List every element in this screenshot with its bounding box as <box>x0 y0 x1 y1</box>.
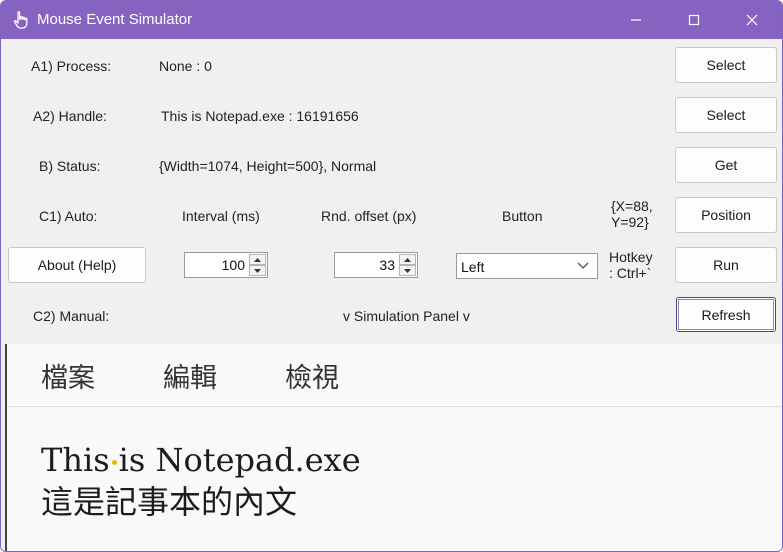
process-value: None : 0 <box>159 58 212 74</box>
handle-value: This is Notepad.exe : 16191656 <box>161 108 359 124</box>
interval-decrement-button[interactable] <box>249 265 266 276</box>
handle-label: A2) Handle: <box>33 108 107 124</box>
control-panel: A1) Process: None : 0 Select A2) Handle:… <box>1 39 782 551</box>
position-y: Y=92} <box>611 214 649 230</box>
offset-increment-button[interactable] <box>399 254 416 265</box>
main-window: Mouse Event Simulator A1) Process: None … <box>0 0 783 552</box>
caret-down-icon <box>404 268 411 273</box>
menu-file[interactable]: 檔案 <box>41 356 95 395</box>
offset-decrement-button[interactable] <box>399 265 416 276</box>
simulation-panel-label: v Simulation Panel v <box>343 308 470 324</box>
get-status-button[interactable]: Get <box>675 147 777 183</box>
position-x: {X=88, <box>611 198 653 214</box>
window-title: Mouse Event Simulator <box>37 11 193 28</box>
caret-up-icon <box>254 257 261 262</box>
status-value: {Width=1074, Height=500}, Normal <box>159 158 377 174</box>
auto-label: C1) Auto: <box>39 208 98 224</box>
minimize-button[interactable] <box>607 1 665 39</box>
hotkey-line2: : Ctrl+` <box>609 265 652 281</box>
interval-increment-button[interactable] <box>249 254 266 265</box>
maximize-button[interactable] <box>665 1 723 39</box>
select-handle-button[interactable]: Select <box>675 97 777 133</box>
notepad-text-line-2[interactable]: 這是記事本的內文 <box>41 477 297 523</box>
position-readout: {X=88, Y=92} <box>611 198 653 230</box>
title-bar[interactable]: Mouse Event Simulator <box>1 1 782 39</box>
maximize-icon <box>688 14 700 26</box>
refresh-button[interactable]: Refresh <box>676 297 776 332</box>
close-button[interactable] <box>723 1 781 39</box>
menu-view[interactable]: 檢視 <box>285 356 339 395</box>
hotkey-label: Hotkey : Ctrl+` <box>609 249 653 281</box>
mouse-button-dropdown[interactable]: Left <box>456 253 598 279</box>
run-button[interactable]: Run <box>675 247 777 283</box>
about-help-button[interactable]: About (Help) <box>8 247 146 283</box>
menu-edit[interactable]: 編輯 <box>163 356 217 395</box>
process-label: A1) Process: <box>31 58 112 74</box>
close-icon <box>746 14 758 26</box>
minimize-icon <box>631 19 641 21</box>
offset-value[interactable]: 33 <box>379 257 395 273</box>
notepad-text-line-1[interactable]: This is Notepad.exe <box>41 441 361 479</box>
menu-divider <box>7 406 782 407</box>
chevron-down-icon <box>577 262 589 269</box>
interval-value[interactable]: 100 <box>222 257 245 273</box>
offset-label: Rnd. offset (px) <box>321 208 417 224</box>
caret-down-icon <box>254 268 261 273</box>
offset-stepper[interactable]: 33 <box>334 252 418 278</box>
manual-label: C2) Manual: <box>33 308 110 324</box>
position-button[interactable]: Position <box>675 197 777 233</box>
simulation-panel[interactable]: 檔案 編輯 檢視 This is Notepad.exe 這是記事本的內文 <box>5 344 782 551</box>
select-process-button[interactable]: Select <box>675 47 777 83</box>
hand-pointer-icon <box>11 10 31 30</box>
mouse-button-selected: Left <box>461 259 485 275</box>
caret-up-icon <box>404 257 411 262</box>
interval-label: Interval (ms) <box>182 208 260 224</box>
status-label: B) Status: <box>39 158 101 174</box>
mouse-button-label: Button <box>502 208 543 224</box>
hotkey-line1: Hotkey <box>609 249 653 265</box>
interval-stepper[interactable]: 100 <box>184 252 268 278</box>
cursor-position-marker <box>111 460 117 465</box>
